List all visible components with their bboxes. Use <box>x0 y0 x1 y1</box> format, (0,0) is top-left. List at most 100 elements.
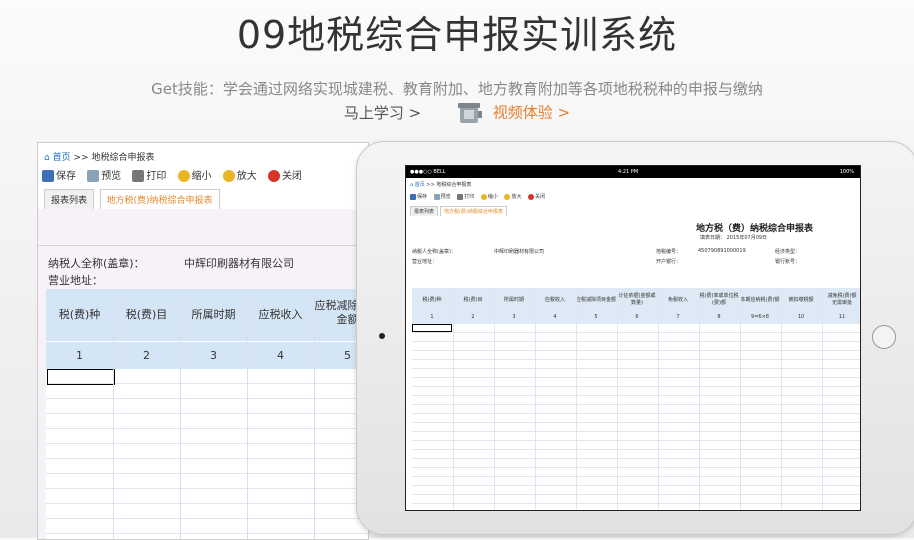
address-label: 营业地址： <box>48 274 103 287</box>
column-header: 应税减除项目金额 <box>576 296 617 303</box>
column-number: 11 <box>838 314 846 320</box>
column-header: 被扣缴税额 <box>788 296 814 303</box>
column-header: 税(费)目 <box>463 296 483 303</box>
selected-cell[interactable] <box>412 324 452 332</box>
column-number: 2 <box>113 341 181 370</box>
home-icon: ⌂ <box>44 153 50 163</box>
column-header: 减免税(费)额 无需审批 <box>827 293 857 306</box>
page-subtitle: Get技能：学会通过网络实现城建税、教育附加、地方教育附加等各项地税税种的申报与… <box>151 80 763 98</box>
column-number: 3 <box>512 314 516 320</box>
column-header: 免税收入 <box>667 296 688 303</box>
column-header: 本期应纳税(费)额 <box>740 296 780 303</box>
breadcrumb-current: 地税综合申报表 <box>436 182 472 188</box>
video-experience-link[interactable]: 视频体验 > <box>493 104 570 122</box>
address-label: 营业地址： <box>412 259 438 265</box>
column-header: 税(费)目 <box>113 289 181 341</box>
tab-report-list[interactable]: 报表列表 <box>44 189 95 209</box>
grid-line <box>658 288 659 510</box>
report-form: 地方税（费）纳税综合申报表 填表日期： 2015年07月09日 纳税人全称(盖章… <box>410 218 860 510</box>
save-button[interactable]: 保存 <box>42 167 76 182</box>
close-button[interactable]: 关闭 <box>528 193 545 200</box>
zoom-out-icon <box>177 170 190 182</box>
printer-icon <box>457 193 464 200</box>
taxcode-value: 450790891000019 <box>698 248 746 254</box>
table-header: 税(费)种 税(费)目 所属时期 应税收入 应税减除项目金额 1 2 3 4 5 <box>46 289 368 370</box>
tab-tax-report[interactable]: 地方税(费)纳税综合申报表 <box>439 206 507 216</box>
toolbar: 保存 预览 打印 缩小 放大 关闭 <box>410 193 550 200</box>
film-reel-icon <box>456 101 484 125</box>
grid-line <box>314 289 315 539</box>
taxpayer-value: 中辉印刷器材有限公司 <box>184 257 294 270</box>
grid-line <box>822 288 823 510</box>
no-approval-label: 无需审批 <box>831 300 852 306</box>
zoom-out-button[interactable]: 缩小 <box>177 167 212 182</box>
page-title: 09地税综合申报实训系统 <box>236 13 678 57</box>
column-number: 8 <box>717 314 721 320</box>
column-number: 7 <box>676 314 680 320</box>
column-header: 税(费)率或单位税(费)额 <box>699 293 739 306</box>
grid-line <box>699 288 700 510</box>
preview-button[interactable]: 预览 <box>433 193 451 200</box>
grid-line <box>740 288 741 510</box>
grid-line <box>247 289 248 539</box>
column-number: 6 <box>635 314 639 320</box>
desktop-screenshot: ⌂ 首页 >> 地税综合申报表 保存 预览 打印 缩小 放大 关闭 报表列表 地… <box>37 142 369 540</box>
column-number: 1 <box>46 341 114 370</box>
save-button[interactable]: 保存 <box>410 193 427 200</box>
report-form: 纳税人全称(盖章)： 中辉印刷器材有限公司 营业地址： 税(费)种 税(费)目 … <box>38 209 368 539</box>
column-number: 4 <box>247 341 315 370</box>
column-header: 所属时期 <box>180 289 248 341</box>
print-button[interactable]: 打印 <box>457 193 474 200</box>
zoom-in-icon <box>504 193 511 200</box>
tablet-screen: ●●●○○ BELL 4:21 PM 100% ⌂ 首页 >> 地税综合申报表 … <box>405 165 861 511</box>
column-header: 应税收入 <box>247 289 315 341</box>
print-button[interactable]: 打印 <box>132 167 166 182</box>
zoom-in-icon <box>222 170 235 182</box>
hero-links: 马上学习 > 视频体验 > <box>0 101 914 125</box>
grid-line <box>535 288 536 510</box>
breadcrumb-separator: >> <box>426 182 435 188</box>
tab-report-list[interactable]: 报表列表 <box>410 206 439 216</box>
carrier-label: ●●●○○ BELL <box>410 169 446 175</box>
taxcode-label: 地税编号： <box>656 249 682 255</box>
battery-label: 100% <box>839 169 854 175</box>
breadcrumb-home[interactable]: 首页 <box>53 153 71 163</box>
save-icon <box>410 193 416 200</box>
breadcrumb-home[interactable]: 首页 <box>415 182 425 188</box>
column-number: 1 <box>430 314 434 320</box>
zoom-out-button[interactable]: 缩小 <box>480 193 498 200</box>
learn-now-link[interactable]: 马上学习 > <box>344 104 421 122</box>
zoom-in-button[interactable]: 放大 <box>222 167 257 182</box>
form-title: 地方税（费）纳税综合申报表 <box>696 224 814 234</box>
zoom-in-button[interactable]: 放大 <box>504 193 521 200</box>
tab-bar: 报表列表 地方税(费)纳税综合申报表 <box>410 206 507 216</box>
preview-icon <box>433 193 440 200</box>
column-number: 3 <box>180 341 248 370</box>
data-grid[interactable] <box>46 369 368 539</box>
taxpayer-label: 纳税人全称(盖章)： <box>48 257 145 270</box>
selected-cell[interactable] <box>47 369 115 385</box>
column-header: 计征依据(金额或数量) <box>618 293 656 306</box>
close-button[interactable]: 关闭 <box>267 167 302 182</box>
column-header: 税(费)种 <box>46 289 114 341</box>
status-bar: ●●●○○ BELL 4:21 PM 100% <box>406 166 860 178</box>
tablet-frame: ●●●○○ BELL 4:21 PM 100% ⌂ 首页 >> 地税综合申报表 … <box>356 141 914 535</box>
grid-line <box>494 288 495 510</box>
save-icon <box>42 170 54 182</box>
taxpayer-label: 纳税人全称(盖章)： <box>412 249 456 255</box>
account-label: 银行账号： <box>775 259 801 265</box>
tab-tax-report[interactable]: 地方税(费)纳税综合申报表 <box>99 189 220 209</box>
clock: 4:21 PM <box>618 169 639 175</box>
grid-line <box>113 289 114 539</box>
column-number: 10 <box>797 314 805 320</box>
grid-line <box>180 289 181 539</box>
column-header: 税(费)种 <box>422 296 442 303</box>
table-header: 税(费)种 税(费)目 所属时期 应税收入 应税减除项目金额 计征依据(金额或数… <box>412 288 860 324</box>
column-header: 所属时期 <box>503 296 524 303</box>
column-number: 2 <box>471 314 475 320</box>
column-number: 4 <box>553 314 557 320</box>
column-header: 应税收入 <box>544 296 565 303</box>
preview-button[interactable]: 预览 <box>87 167 121 182</box>
tab-bar: 报表列表 地方税(费)纳税综合申报表 <box>44 189 222 209</box>
data-grid[interactable] <box>412 324 860 510</box>
